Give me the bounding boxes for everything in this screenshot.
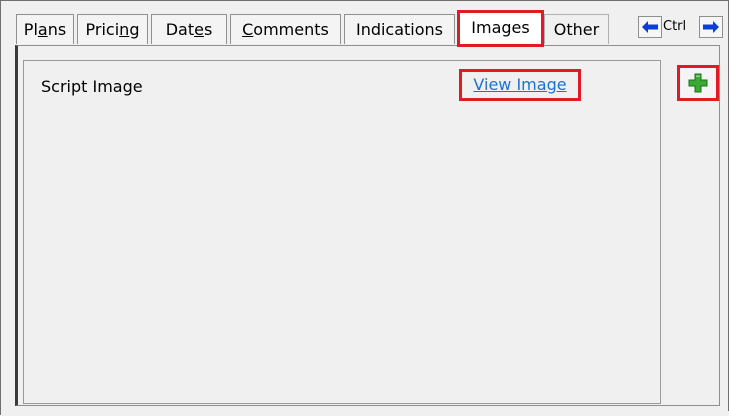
add-image-button[interactable] xyxy=(677,65,719,101)
tab-plans[interactable]: Plans xyxy=(16,14,74,44)
tab-dates[interactable]: Dates xyxy=(151,14,227,44)
previous-tab-button[interactable] xyxy=(638,16,662,38)
ctrl-label: Ctrl xyxy=(663,19,687,34)
next-tab-button[interactable] xyxy=(699,16,723,38)
view-image-link[interactable]: View Image xyxy=(459,69,581,101)
tab-images[interactable]: Images xyxy=(457,10,544,47)
tab-comments-label-mnemonic: C xyxy=(242,20,254,39)
script-image-label: Script Image xyxy=(41,77,143,96)
tab-plans-label-b: ns xyxy=(47,20,67,39)
tab-other-label: Other xyxy=(553,20,600,39)
tab-pricing-label-a: Prici xyxy=(85,20,120,39)
images-list xyxy=(23,60,661,404)
tab-pricing[interactable]: Pricing xyxy=(77,14,148,44)
tab-other[interactable]: Other xyxy=(544,14,609,44)
left-arrow-icon xyxy=(642,21,658,33)
tab-comments-label-b: omments xyxy=(253,20,329,39)
tab-images-label: Images xyxy=(471,18,530,37)
tab-pricing-label-b: g xyxy=(129,20,140,39)
tab-dates-label-b: s xyxy=(203,20,213,39)
tab-plans-label-a: Pl xyxy=(23,20,38,39)
tab-pricing-label-mnemonic: n xyxy=(119,20,130,39)
window-bottom-edge xyxy=(1,411,729,416)
tab-indications[interactable]: Indications xyxy=(344,14,455,44)
green-plus-icon xyxy=(688,73,708,93)
tab-plans-label-mnemonic: a xyxy=(37,20,48,39)
right-arrow-icon xyxy=(703,21,719,33)
tab-dates-label-mnemonic: e xyxy=(194,20,204,39)
tab-comments[interactable]: Comments xyxy=(230,14,341,44)
tab-indications-label: Indications xyxy=(355,20,444,39)
script-details-window: Plans Pricing Dates Comments Indications… xyxy=(0,0,729,416)
tab-dates-label-a: Dat xyxy=(165,20,195,39)
